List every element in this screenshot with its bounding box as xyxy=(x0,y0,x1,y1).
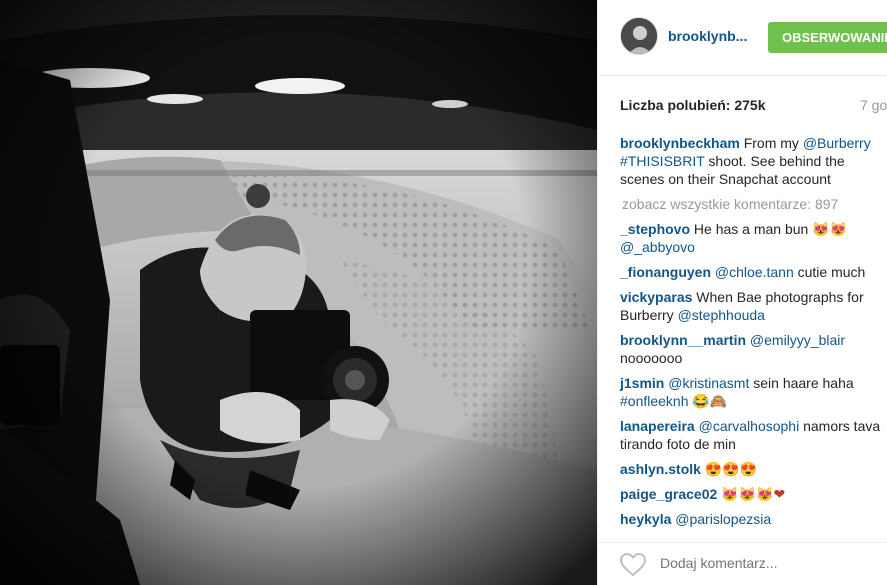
caption: brooklynbeckham From my @Burberry #THISI… xyxy=(620,134,887,188)
comment-mention[interactable]: @stephhouda xyxy=(678,307,765,323)
comment-text: He has a man bun xyxy=(690,221,813,237)
comment-mention[interactable]: @emilyyy_blair xyxy=(750,332,845,348)
post-timestamp[interactable]: 7 go xyxy=(860,97,887,113)
comment-item: ashlyn.stolk 😍😍😍 xyxy=(620,460,887,478)
post-username[interactable]: brooklynb... xyxy=(668,28,747,44)
comment-mention[interactable]: @chloe.tann xyxy=(715,264,794,280)
comment-item: j1smin @kristinasmt sein haare haha #onf… xyxy=(620,374,887,410)
comment-emoji: 😂🙈 xyxy=(692,393,728,409)
comment-mention[interactable]: @parislopezsia xyxy=(675,511,771,527)
comment-user[interactable]: vickyparas xyxy=(620,289,692,305)
comment-item: vickyparas When Bae photographs for Burb… xyxy=(620,288,887,324)
comment-item: _stephovo He has a man bun 😻😻 @_abbyovo xyxy=(620,220,887,256)
comment-user[interactable]: brooklynn__martin xyxy=(620,332,746,348)
comment-user[interactable]: _fionanguyen xyxy=(620,264,711,280)
comment-user[interactable]: brooklynbeckham xyxy=(620,135,740,151)
comment-text: nooooooo xyxy=(620,350,683,366)
comment-emoji: 😻😻 xyxy=(812,221,848,237)
comment-text: From my xyxy=(739,135,803,151)
comment-emoji: 😻😻😻❤ xyxy=(721,486,786,502)
comment-item: paige_grace02 😻😻😻❤ xyxy=(620,485,887,503)
follow-button[interactable]: OBSERWOWANIE xyxy=(768,22,887,53)
comment-mention[interactable]: @Burberry xyxy=(803,135,871,151)
view-all-comments-link[interactable]: zobacz wszystkie komentarze: 897 xyxy=(620,195,887,213)
comment-user[interactable]: _stephovo xyxy=(620,221,690,237)
post-photo[interactable] xyxy=(0,0,597,585)
comment-mention[interactable]: @_abbyovo xyxy=(620,239,695,255)
heart-icon-svg xyxy=(620,553,646,577)
comment-user[interactable]: heykyla xyxy=(620,511,671,527)
comment-text: cutie much xyxy=(793,264,866,280)
comment-item: _fionanguyen @chloe.tann cutie much xyxy=(620,263,887,281)
comment-item: heykyla @parislopezsia xyxy=(620,510,887,528)
comment-hashtag[interactable]: #THISISBRIT xyxy=(620,153,705,169)
comment-user[interactable]: j1smin xyxy=(620,375,664,391)
add-comment-input[interactable] xyxy=(660,555,880,571)
heart-icon[interactable] xyxy=(620,553,646,582)
comment-user[interactable]: ashlyn.stolk xyxy=(620,461,701,477)
comment-list: brooklynbeckham From my @Burberry #THISI… xyxy=(620,134,887,535)
comment-emoji: 😍😍😍 xyxy=(704,461,758,477)
likes-count[interactable]: Liczba polubień: 275k xyxy=(620,97,765,113)
comment-text: sein haare haha xyxy=(749,375,854,391)
comment-mention[interactable]: @carvalhosophi xyxy=(699,418,800,434)
comment-hashtag[interactable]: #onfleeknh xyxy=(620,393,689,409)
post-sidebar: brooklynb... OBSERWOWANIE Liczba polubie… xyxy=(597,0,887,585)
comment-mention[interactable]: @kristinasmt xyxy=(668,375,749,391)
comment-user[interactable]: paige_grace02 xyxy=(620,486,717,502)
photo-image xyxy=(0,0,597,585)
avatar[interactable] xyxy=(620,17,658,55)
comment-footer xyxy=(598,542,887,585)
post-header: brooklynb... OBSERWOWANIE xyxy=(598,0,887,76)
comment-item: lanapereira @carvalhosophi namors tava t… xyxy=(620,417,887,453)
comment-item: brooklynn__martin @emilyyy_blair nooooooo xyxy=(620,331,887,367)
avatar-image xyxy=(621,18,657,54)
comment-user[interactable]: lanapereira xyxy=(620,418,695,434)
